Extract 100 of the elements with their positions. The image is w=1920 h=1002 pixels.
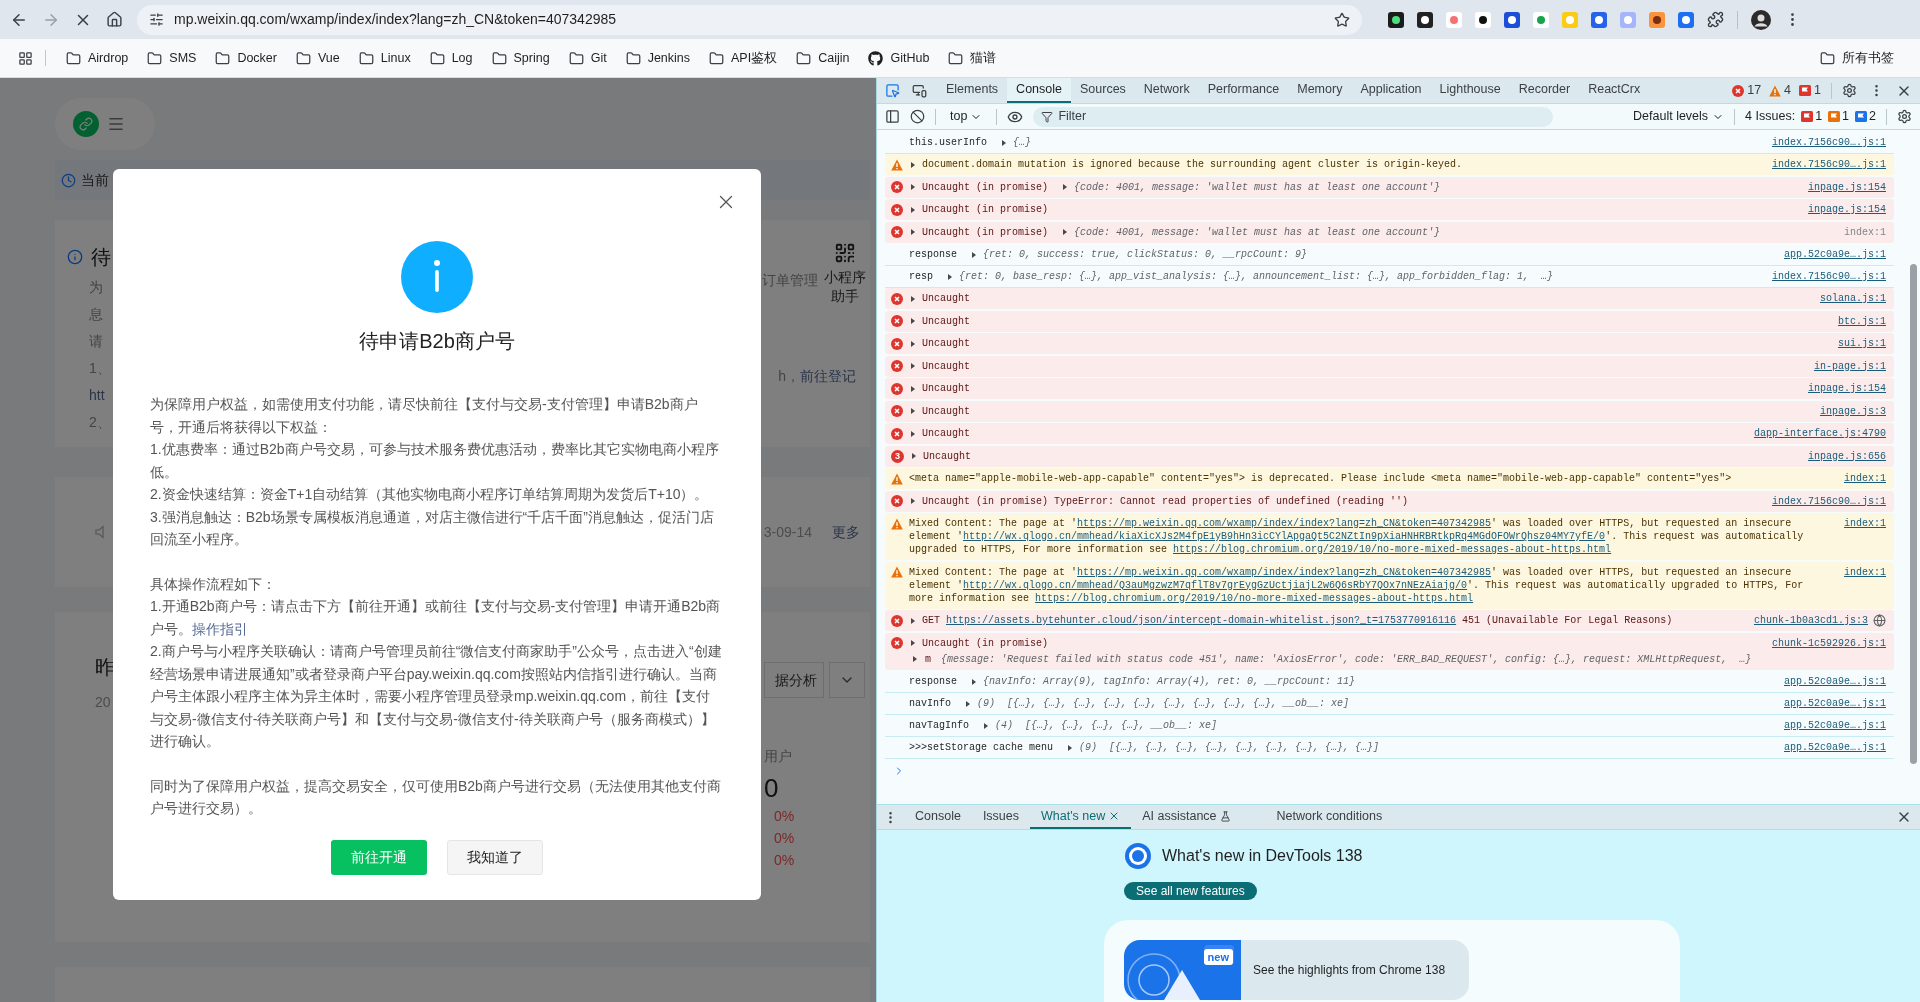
extension-icon[interactable]: [1417, 11, 1433, 28]
settings-icon[interactable]: [1842, 83, 1857, 98]
bookmark-item[interactable]: SMS: [139, 44, 205, 72]
source-link[interactable]: index:1: [1844, 472, 1886, 485]
panel-tab[interactable]: Application: [1351, 78, 1431, 103]
bookmark-item[interactable]: GitHub: [860, 44, 938, 72]
source-link[interactable]: in-page.js:1: [1814, 359, 1886, 373]
device-toolbar-icon[interactable]: [912, 83, 927, 98]
expand-arrow-icon[interactable]: [909, 205, 917, 214]
panel-tab[interactable]: ReactCrx: [1579, 78, 1650, 103]
source-link[interactable]: app.52c0a9e….js:1: [1783, 697, 1886, 710]
link[interactable]: https://blog.chromium.org/2019/10/no-more-mixed-messages-about-https.html: [1035, 592, 1474, 604]
source-link[interactable]: chunk-1c592926.js:1: [1771, 636, 1886, 650]
error-count-button[interactable]: 17: [1732, 81, 1762, 100]
bookmark-item[interactable]: Linux: [350, 44, 419, 72]
network-icon[interactable]: [1873, 614, 1886, 627]
sidebar-toggle-icon[interactable]: [885, 109, 900, 124]
clear-console-icon[interactable]: [910, 109, 925, 124]
source-link[interactable]: solana.js:1: [1820, 292, 1886, 305]
bookmark-item[interactable]: Vue: [288, 44, 348, 72]
source-link[interactable]: index.7156c90….js:1: [1771, 136, 1886, 149]
expand-arrow-icon[interactable]: [909, 362, 917, 370]
source-link[interactable]: sui.js:1: [1838, 337, 1886, 350]
source-link[interactable]: app.52c0a9e….js:1: [1783, 248, 1886, 261]
bookmark-item[interactable]: Caijin: [788, 44, 858, 72]
bookmark-star-icon[interactable]: [1334, 11, 1350, 28]
source-link[interactable]: index.7156c90….js:1: [1771, 494, 1886, 508]
source-link[interactable]: index.7156c90….js:1: [1771, 158, 1886, 171]
panel-tab[interactable]: Network: [1134, 78, 1199, 103]
link[interactable]: https://mp.weixin.qq.com/wxamp/index/index?lang=zh_CN&token=407342985: [1077, 518, 1492, 529]
secondary-button[interactable]: 我知道了: [447, 839, 543, 875]
extension-icon[interactable]: [1475, 11, 1491, 28]
filter-field[interactable]: Filter: [1033, 106, 1554, 127]
expand-arrow-icon[interactable]: [909, 317, 917, 325]
panel-tab[interactable]: Sources: [1071, 78, 1135, 103]
source-link[interactable]: dapp-interface.js:4790: [1753, 427, 1886, 440]
context-dropdown[interactable]: top: [946, 107, 987, 126]
source-link[interactable]: inpage.js:154: [1808, 203, 1886, 216]
expand-arrow-icon[interactable]: [909, 160, 917, 169]
bookmark-item[interactable]: Jenkins: [617, 44, 699, 72]
expand-arrow-icon[interactable]: [909, 429, 917, 438]
expand-arrow-icon[interactable]: [909, 497, 917, 505]
all-bookmarks-button[interactable]: 所有书签: [1812, 44, 1902, 72]
console-settings-icon[interactable]: [1897, 109, 1912, 124]
expand-arrow-icon[interactable]: [909, 228, 917, 236]
drawer-tab[interactable]: Issues: [971, 805, 1030, 829]
expand-arrow-icon[interactable]: [1000, 138, 1008, 147]
hamburger-icon[interactable]: [107, 115, 125, 133]
source-link[interactable]: chunk-1b0a3cd1.js:3: [1753, 614, 1868, 627]
bookmark-item[interactable]: 猫谱: [940, 44, 1005, 72]
source-link[interactable]: index:1: [1844, 565, 1886, 579]
bookmark-item[interactable]: Log: [421, 44, 481, 72]
bookmark-item[interactable]: Airdrop: [58, 44, 137, 72]
panel-tab[interactable]: Console: [1007, 78, 1071, 103]
source-link[interactable]: app.52c0a9e….js:1: [1783, 675, 1886, 688]
avatar-icon[interactable]: [1751, 9, 1771, 30]
puzzle-icon[interactable]: [1707, 11, 1724, 28]
expand-arrow-icon[interactable]: [982, 721, 990, 730]
expand-arrow-icon[interactable]: [909, 339, 917, 348]
panel-tab[interactable]: Performance: [1198, 78, 1289, 103]
extension-icon[interactable]: [1649, 11, 1665, 28]
link[interactable]: https://mp.weixin.qq.com/wxamp/index/index?lang=zh_CN&token=407342985: [1077, 566, 1492, 578]
analysis-button[interactable]: 据分析: [764, 662, 824, 698]
drawer-tab[interactable]: Console: [904, 805, 972, 829]
expand-arrow-icon[interactable]: [909, 616, 917, 625]
bookmark-item[interactable]: Git: [560, 44, 615, 72]
expand-arrow-icon[interactable]: [964, 699, 972, 708]
expand-arrow-icon[interactable]: [970, 677, 978, 686]
bookmark-item[interactable]: API鉴权: [701, 44, 786, 72]
warning-count-button[interactable]: 4: [1769, 81, 1792, 100]
source-link[interactable]: index.7156c90….js:1: [1771, 270, 1886, 283]
expand-arrow-icon[interactable]: [910, 452, 918, 460]
extension-icon[interactable]: [1504, 11, 1520, 28]
drawer-tab[interactable]: AI assistance: [1131, 805, 1242, 829]
source-link[interactable]: inpage.js:656: [1808, 449, 1886, 463]
issue-count-button[interactable]: 1: [1799, 81, 1821, 100]
bookmark-item[interactable]: Docker: [207, 44, 285, 72]
panel-tab[interactable]: Lighthouse: [1430, 78, 1510, 103]
expand-arrow-icon[interactable]: [909, 294, 917, 303]
drawer-tab[interactable]: Network conditions: [1265, 805, 1394, 829]
link[interactable]: https://assets.bytehunter.cloud/json/intercept-domain-whitelist.json?_t=1753770916116: [946, 615, 1457, 626]
expand-arrow-icon[interactable]: [909, 407, 917, 415]
link[interactable]: http://wx.qlogo.cn/mmhead/Q3auMgzwzM7qflT8v7grEygGzUctjiajL2w6Q6sRbY7QOx7nNEzAiajg/0: [963, 579, 1468, 591]
log-levels-dropdown[interactable]: Default levels: [1633, 107, 1725, 126]
site-settings-icon[interactable]: [149, 12, 164, 27]
bookmark-item[interactable]: Spring: [483, 44, 558, 72]
link[interactable]: http://wx.qlogo.cn/mmhead/kiaXicXJs2M4fpE1yB9hHn3icCYlApgaQt5C2NZtIn9pXiaHNHRBRtkpRq4MGdOFOWrQhsz04MY7yfE/0: [963, 531, 1606, 542]
helper-entry[interactable]: 小程序助手: [822, 242, 868, 306]
panel-tab[interactable]: Elements: [937, 78, 1008, 103]
highlight-item[interactable]: new See the highlights from Chrome 138: [1124, 940, 1469, 1000]
guide-link[interactable]: 操作指引: [192, 620, 248, 637]
source-link[interactable]: inpage.js:154: [1808, 180, 1886, 194]
source-link[interactable]: inpage.js:154: [1808, 382, 1886, 395]
source-link[interactable]: app.52c0a9e….js:1: [1783, 741, 1886, 754]
apps-grid-icon[interactable]: [18, 50, 33, 66]
home-icon[interactable]: [106, 11, 123, 28]
extension-icon[interactable]: [1388, 11, 1404, 28]
source-link[interactable]: index:1: [1844, 517, 1886, 530]
source-link[interactable]: btc.js:1: [1838, 314, 1886, 328]
see-features-button[interactable]: See all new features: [1124, 882, 1257, 900]
